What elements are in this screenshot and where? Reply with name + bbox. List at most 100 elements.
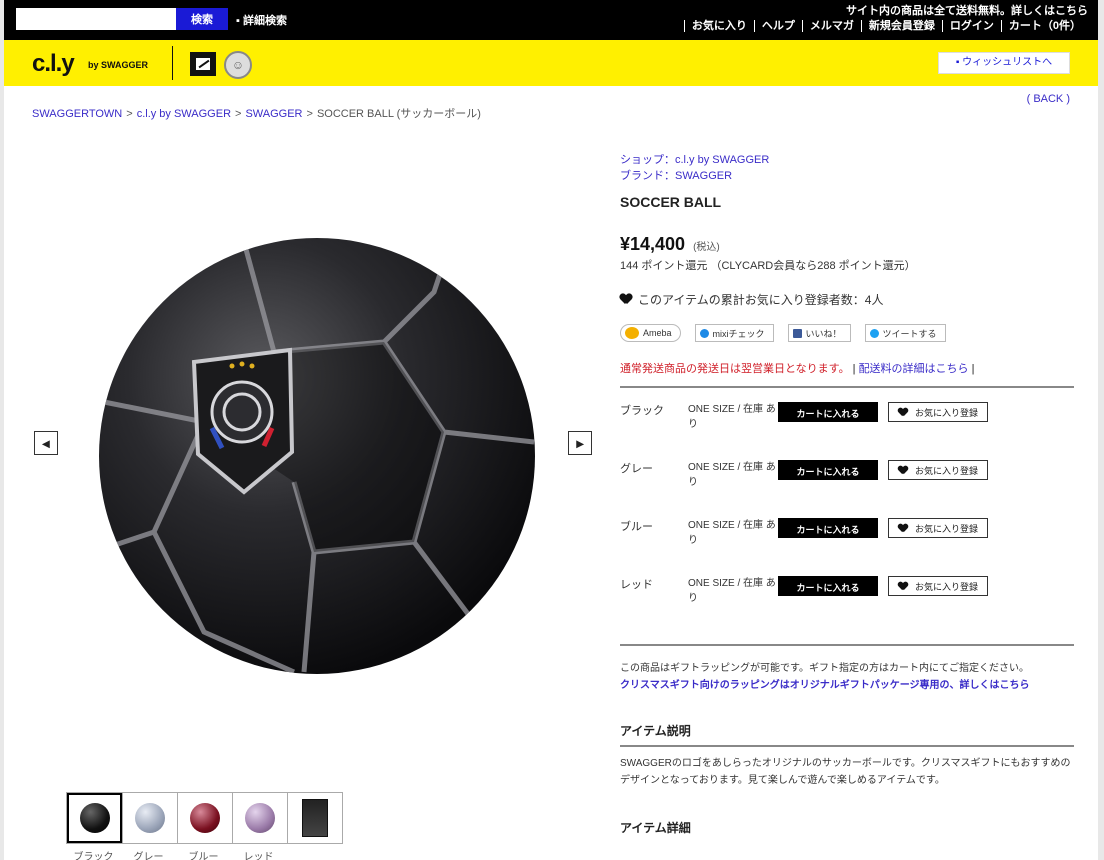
breadcrumb-separator: > bbox=[126, 108, 133, 120]
variant-color: ブラック bbox=[620, 405, 664, 417]
shop-link[interactable]: c.l.y by SWAGGER bbox=[675, 154, 769, 166]
variant-table: ブラック ONE SIZE / 在庫 あり カートに入れる お気に入り登録 グレ… bbox=[620, 386, 1074, 646]
breadcrumb-brand[interactable]: SWAGGER bbox=[245, 108, 302, 120]
tax-label: (税込) bbox=[693, 242, 720, 253]
shipping-notice-text: 通常発送商品の発送日は翌営業日となります。 bbox=[620, 363, 850, 375]
add-favorite-button[interactable]: お気に入り登録 bbox=[888, 402, 988, 422]
brand-link[interactable]: SWAGGER bbox=[675, 170, 732, 182]
variant-stock: ONE SIZE / 在庫 あり bbox=[688, 404, 776, 430]
heart-icon bbox=[898, 582, 908, 591]
shipping-fee-link[interactable]: 配送料の詳細はこちら bbox=[859, 363, 969, 375]
product-main-image bbox=[99, 238, 535, 674]
heart-icon bbox=[898, 408, 908, 417]
nav-newsletter[interactable]: メルマガ bbox=[801, 20, 861, 32]
variant-color: レッド bbox=[620, 579, 653, 591]
breadcrumb-home[interactable]: SWAGGERTOWN bbox=[32, 108, 122, 120]
logo-subtitle: by SWAGGER bbox=[88, 60, 149, 70]
ameba-icon bbox=[625, 327, 639, 339]
thumbnail-ball-image bbox=[245, 803, 275, 833]
search-input[interactable] bbox=[16, 8, 176, 30]
share-label: ツイートする bbox=[882, 328, 937, 339]
top-bar: 検索 ▪ 詳細検索 サイト内の商品は全て送料無料。詳しくはこちら お気に入り ヘ… bbox=[4, 0, 1098, 40]
top-nav: お気に入り ヘルプ メルマガ 新規会員登録 ログイン カート（0件） bbox=[683, 20, 1088, 32]
thumbnail-package-image bbox=[302, 799, 328, 837]
item-description-text: SWAGGERのロゴをあしらったオリジナルのサッカーボールです。クリスマスギフト… bbox=[620, 758, 1071, 786]
twitter-icon bbox=[869, 328, 879, 338]
breadcrumb-separator: > bbox=[306, 108, 313, 120]
add-favorite-label: お気に入り登録 bbox=[915, 523, 979, 534]
mixi-icon bbox=[699, 328, 709, 338]
thumbnail-gray[interactable] bbox=[122, 793, 177, 843]
nav-cart[interactable]: カート（0件） bbox=[1000, 20, 1088, 32]
variant-color: グレー bbox=[620, 463, 653, 475]
favorite-count: このアイテムの累計お気に入り登録者数：4人 bbox=[620, 291, 1074, 308]
previous-image-button[interactable]: ◂ bbox=[34, 431, 58, 455]
thumbnail-strip bbox=[66, 792, 343, 844]
thumbnail-labels: ブラック グレー ブルー レッド bbox=[66, 848, 341, 860]
variant-color: ブルー bbox=[620, 521, 653, 533]
breadcrumb-shop[interactable]: c.l.y by SWAGGER bbox=[137, 108, 231, 120]
brand-circle-icon[interactable]: ☺ bbox=[224, 51, 252, 79]
variant-stock: ONE SIZE / 在庫 あり bbox=[688, 578, 776, 604]
item-description-title: アイテム説明 bbox=[620, 722, 1074, 747]
thumbnail-label bbox=[286, 848, 341, 860]
thumbnail-package[interactable] bbox=[287, 793, 342, 843]
nav-login[interactable]: ログイン bbox=[941, 20, 1001, 32]
thumbnail-red[interactable] bbox=[232, 793, 287, 843]
nav-favorites[interactable]: お気に入り bbox=[683, 20, 754, 32]
site-logo[interactable]: c.l.y bbox=[32, 50, 75, 78]
add-to-cart-button[interactable]: カートに入れる bbox=[778, 460, 878, 480]
share-label: Ameba bbox=[643, 328, 672, 338]
gift-info: この商品はギフトラッピングが可能です。ギフト指定の方はカート内にてご指定ください… bbox=[620, 660, 1074, 694]
variant-row: レッド ONE SIZE / 在庫 あり カートに入れる お気に入り登録 bbox=[620, 570, 1074, 628]
thumbnail-label: ブラック bbox=[73, 852, 114, 860]
add-to-cart-button[interactable]: カートに入れる bbox=[778, 402, 878, 422]
heart-icon bbox=[898, 524, 908, 533]
variant-row: グレー ONE SIZE / 在庫 あり カートに入れる お気に入り登録 bbox=[620, 454, 1074, 512]
free-shipping-notice[interactable]: サイト内の商品は全て送料無料。詳しくはこちら bbox=[846, 2, 1088, 18]
points-info: 144 ポイント還元 （CLYCARD会員なら288 ポイント還元） bbox=[620, 260, 916, 272]
add-favorite-button[interactable]: お気に入り登録 bbox=[888, 576, 988, 596]
variant-stock: ONE SIZE / 在庫 あり bbox=[688, 462, 776, 488]
share-mixi-button[interactable]: mixiチェック bbox=[694, 324, 774, 342]
variant-row: ブラック ONE SIZE / 在庫 あり カートに入れる お気に入り登録 bbox=[620, 396, 1074, 454]
add-favorite-button[interactable]: お気に入り登録 bbox=[888, 518, 988, 538]
thumbnail-ball-image bbox=[190, 803, 220, 833]
search-button[interactable]: 検索 bbox=[176, 8, 228, 30]
thumbnail-ball-image bbox=[79, 803, 110, 833]
advanced-search-link[interactable]: ▪ 詳細検索 bbox=[236, 12, 287, 28]
thumbnail-black[interactable] bbox=[67, 793, 122, 843]
share-label: mixiチェック bbox=[712, 328, 765, 339]
share-buttons: Ameba mixiチェック いいね！ ツイートする bbox=[620, 324, 1074, 342]
thumbnail-blue[interactable] bbox=[177, 793, 232, 843]
add-favorite-label: お気に入り登録 bbox=[915, 465, 979, 476]
site-header: c.l.y by SWAGGER ☺ ▪ ウィッシュリストへ bbox=[4, 40, 1098, 86]
add-favorite-button[interactable]: お気に入り登録 bbox=[888, 460, 988, 480]
add-favorite-label: お気に入り登録 bbox=[915, 581, 979, 592]
share-twitter-button[interactable]: ツイートする bbox=[864, 324, 946, 342]
notice-divider: | bbox=[971, 363, 975, 375]
next-image-button[interactable]: ▸ bbox=[568, 431, 592, 455]
wishlist-button[interactable]: ▪ ウィッシュリストへ bbox=[938, 52, 1070, 74]
add-favorite-label: お気に入り登録 bbox=[915, 407, 979, 418]
brand-square-icon[interactable] bbox=[190, 52, 216, 76]
back-link[interactable]: ( BACK ) bbox=[1027, 93, 1070, 105]
header-divider bbox=[172, 46, 173, 80]
thumbnail-label: ブルー bbox=[188, 852, 219, 860]
share-ameba-button[interactable]: Ameba bbox=[620, 324, 681, 342]
brand-line: ブランド：SWAGGER bbox=[620, 168, 1074, 184]
share-facebook-button[interactable]: いいね！ bbox=[787, 324, 851, 342]
breadcrumb: SWAGGERTOWN > c.l.y by SWAGGER > SWAGGER > SOC… bbox=[32, 105, 481, 121]
facebook-icon bbox=[792, 328, 802, 338]
nav-help[interactable]: ヘルプ bbox=[753, 20, 802, 32]
nav-register[interactable]: 新規会員登録 bbox=[860, 20, 942, 32]
gift-package-link[interactable]: クリスマスギフト向けのラッピングはオリジナルギフトパッケージ専用の、詳しくはこち… bbox=[620, 677, 1074, 694]
breadcrumb-current: SOCCER BALL (サッカーボール) bbox=[316, 108, 481, 120]
shop-line: ショップ：c.l.y by SWAGGER bbox=[620, 152, 1074, 168]
variant-stock: ONE SIZE / 在庫 あり bbox=[688, 520, 776, 546]
share-label: いいね！ bbox=[805, 328, 842, 339]
product-price: ¥14,400 bbox=[620, 234, 686, 254]
add-to-cart-button[interactable]: カートに入れる bbox=[778, 518, 878, 538]
product-details: ショップ：c.l.y by SWAGGER ブランド：SWAGGER SOCCE… bbox=[620, 152, 1074, 842]
add-to-cart-button[interactable]: カートに入れる bbox=[778, 576, 878, 596]
